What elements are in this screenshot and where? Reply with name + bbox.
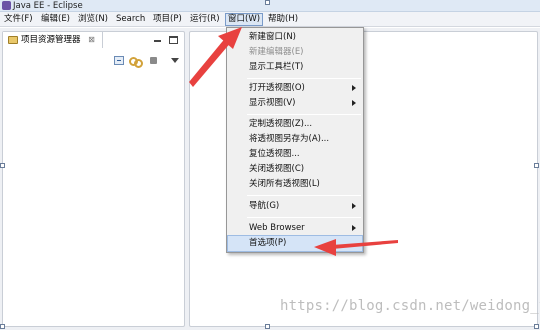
menu-item-label: 将透视图另存为(A)...: [249, 134, 330, 144]
resize-handle: [265, 0, 270, 5]
resize-handle: [534, 163, 539, 168]
menu-item-preferences[interactable]: 首选项(P): [227, 235, 363, 252]
project-explorer-view: 项目资源管理器 ⊠: [2, 31, 185, 327]
menu-bar: 文件(F) 编辑(E) 浏览(N) Search 项目(P) 运行(R) 窗口(…: [0, 12, 540, 27]
eclipse-icon: [2, 1, 11, 10]
menu-item-customize-perspective[interactable]: 定制透视图(Z)...: [228, 117, 362, 132]
menu-item-label: 打开透视图(O): [249, 83, 305, 93]
view-menu-icon[interactable]: [171, 58, 179, 63]
menu-item-show-toolbar[interactable]: 显示工具栏(T): [228, 60, 362, 75]
menu-separator: [247, 195, 361, 196]
folder-icon: [8, 36, 18, 44]
menu-separator: [247, 217, 361, 218]
menu-item-save-perspective-as[interactable]: 将透视图另存为(A)...: [228, 132, 362, 147]
menu-edit[interactable]: 编辑(E): [39, 13, 72, 26]
submenu-arrow-icon: [352, 85, 356, 91]
menu-item-label: 显示视图(V): [249, 98, 296, 108]
resize-handle: [265, 324, 270, 329]
menu-item-close-perspective[interactable]: 关闭透视图(C): [228, 162, 362, 177]
submenu-arrow-icon: [352, 203, 356, 209]
minimize-icon[interactable]: [153, 36, 162, 44]
menu-separator: [247, 114, 361, 115]
menu-item-new-editor: 新建编辑器(E): [228, 45, 362, 60]
menu-item-show-view[interactable]: 显示视图(V): [228, 96, 362, 111]
menu-item-label: 导航(G): [249, 201, 280, 211]
menu-window[interactable]: 窗口(W): [225, 13, 264, 26]
menu-item-new-window[interactable]: 新建窗口(N): [228, 30, 362, 45]
menu-item-label: 新建编辑器(E): [249, 47, 304, 57]
menu-search[interactable]: Search: [114, 13, 147, 26]
submenu-arrow-icon: [352, 225, 356, 231]
menu-project[interactable]: 项目(P): [151, 13, 184, 26]
menu-item-web-browser[interactable]: Web Browser: [228, 221, 362, 236]
menu-item-label: Web Browser: [249, 223, 305, 233]
menu-item-label: 关闭所有透视图(L): [249, 179, 320, 189]
maximize-icon[interactable]: [169, 36, 178, 44]
menu-item-navigation[interactable]: 导航(G): [228, 199, 362, 214]
menu-item-label: 关闭透视图(C): [249, 164, 305, 174]
menu-navigate[interactable]: 浏览(N): [76, 13, 110, 26]
menu-item-label: 显示工具栏(T): [249, 62, 304, 72]
resize-handle: [0, 163, 5, 168]
menu-separator: [247, 78, 361, 79]
menu-item-close-all-perspectives[interactable]: 关闭所有透视图(L): [228, 177, 362, 192]
focus-icon[interactable]: [150, 57, 157, 64]
submenu-arrow-icon: [352, 100, 356, 106]
resize-handle: [534, 324, 539, 329]
menu-item-open-perspective[interactable]: 打开透视图(O): [228, 81, 362, 96]
resize-handle: [0, 324, 5, 329]
menu-item-label: 定制透视图(Z)...: [249, 119, 313, 129]
close-icon[interactable]: ⊠: [87, 35, 96, 44]
collapse-all-icon[interactable]: [114, 56, 124, 65]
menu-item-reset-perspective[interactable]: 复位透视图...: [228, 147, 362, 162]
project-explorer-title: 项目资源管理器: [21, 35, 81, 45]
window-menu-dropdown: 新建窗口(N) 新建编辑器(E) 显示工具栏(T) 打开透视图(O) 显示视图(…: [226, 27, 364, 253]
link-editor-icon[interactable]: [129, 56, 143, 68]
menu-item-label: 复位透视图...: [249, 149, 300, 159]
window-title: Java EE - Eclipse: [13, 1, 83, 11]
watermark: https://blog.csdn.net/weidong_y: [280, 298, 540, 314]
menu-file[interactable]: 文件(F): [2, 13, 35, 26]
title-bar: Java EE - Eclipse: [0, 0, 540, 12]
project-explorer-tab[interactable]: 项目资源管理器 ⊠: [3, 32, 103, 48]
menu-run[interactable]: 运行(R): [188, 13, 222, 26]
menu-help[interactable]: 帮助(H): [266, 13, 300, 26]
menu-item-label: 首选项(P): [249, 238, 287, 248]
menu-item-label: 新建窗口(N): [249, 32, 296, 42]
